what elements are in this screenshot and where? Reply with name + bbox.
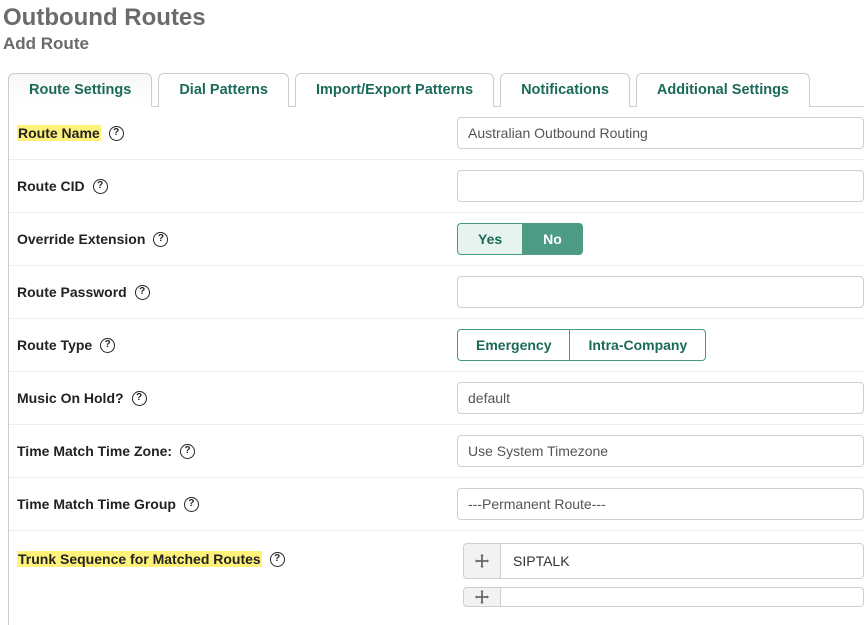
- trunk-sequence-label: Trunk Sequence for Matched Routes: [17, 551, 262, 567]
- route-cid-input[interactable]: [457, 170, 864, 202]
- drag-handle-icon[interactable]: [463, 543, 501, 579]
- page-subtitle: Add Route: [3, 34, 864, 54]
- time-zone-select[interactable]: [457, 435, 864, 467]
- override-no-button[interactable]: No: [522, 223, 583, 255]
- time-group-select[interactable]: [457, 488, 864, 520]
- route-cid-label: Route CID: [17, 178, 85, 194]
- trunk-select-1[interactable]: [501, 587, 864, 607]
- tab-dial-patterns[interactable]: Dial Patterns: [158, 73, 289, 107]
- moh-label: Music On Hold?: [17, 390, 124, 406]
- override-extension-toggle: Yes No: [457, 223, 583, 255]
- page-title: Outbound Routes: [3, 4, 864, 32]
- help-icon[interactable]: ?: [135, 285, 150, 300]
- route-type-toggle: Emergency Intra-Company: [457, 329, 706, 361]
- route-type-label: Route Type: [17, 337, 92, 353]
- trunk-entry: SIPTALK: [457, 543, 864, 579]
- help-icon[interactable]: ?: [109, 126, 124, 141]
- help-icon[interactable]: ?: [184, 497, 199, 512]
- drag-handle-icon[interactable]: [463, 587, 501, 607]
- intra-company-button[interactable]: Intra-Company: [569, 329, 706, 361]
- route-password-input[interactable]: [457, 276, 864, 308]
- time-group-label: Time Match Time Group: [17, 496, 176, 512]
- tab-additional-settings[interactable]: Additional Settings: [636, 73, 810, 107]
- override-yes-button[interactable]: Yes: [457, 223, 522, 255]
- help-icon[interactable]: ?: [270, 552, 285, 567]
- form-panel: Route Name ? Route CID ? Override Extens…: [8, 107, 864, 625]
- route-name-input[interactable]: [457, 117, 864, 149]
- help-icon[interactable]: ?: [100, 338, 115, 353]
- time-zone-label: Time Match Time Zone:: [17, 443, 172, 459]
- emergency-button[interactable]: Emergency: [457, 329, 569, 361]
- help-icon[interactable]: ?: [180, 444, 195, 459]
- trunk-select-0[interactable]: SIPTALK: [501, 543, 864, 579]
- override-extension-label: Override Extension: [17, 231, 145, 247]
- tab-notifications[interactable]: Notifications: [500, 73, 630, 107]
- help-icon[interactable]: ?: [93, 179, 108, 194]
- tab-import-export[interactable]: Import/Export Patterns: [295, 73, 494, 107]
- tab-bar: Route Settings Dial Patterns Import/Expo…: [8, 72, 864, 107]
- help-icon[interactable]: ?: [132, 391, 147, 406]
- help-icon[interactable]: ?: [153, 232, 168, 247]
- route-name-label: Route Name: [17, 125, 101, 141]
- moh-select[interactable]: [457, 382, 864, 414]
- route-password-label: Route Password: [17, 284, 127, 300]
- trunk-entry: [457, 587, 864, 607]
- tab-route-settings[interactable]: Route Settings: [8, 73, 152, 107]
